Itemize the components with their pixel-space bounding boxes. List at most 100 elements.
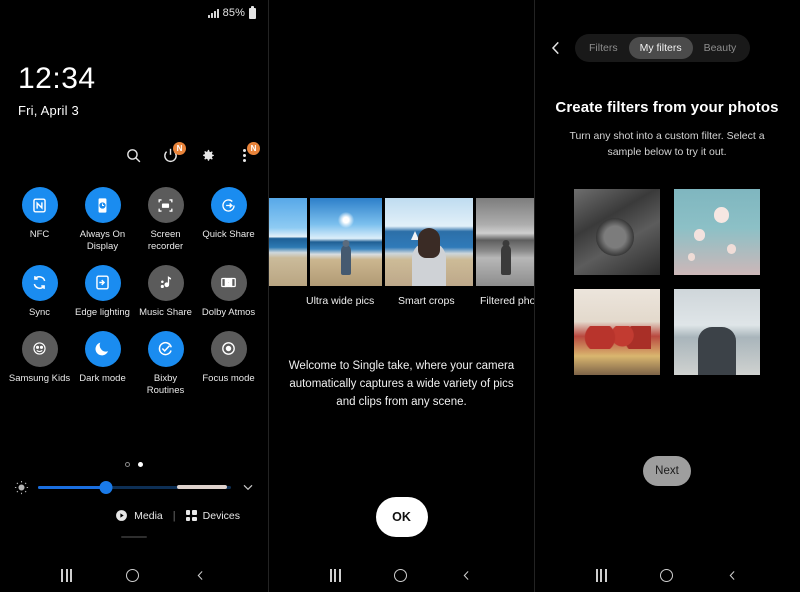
quick-settings-header-icons: N N — [0, 118, 268, 165]
tile-label: Quick Share — [202, 229, 255, 240]
edge-lighting-icon — [84, 264, 121, 301]
filmstrip-card-smart-crops[interactable] — [385, 198, 473, 286]
power-icon[interactable]: N — [161, 142, 186, 165]
navigation-bar — [269, 558, 534, 592]
devices-label: Devices — [202, 509, 240, 522]
media-separator: | — [172, 509, 176, 522]
screen-recorder-icon — [147, 187, 184, 223]
photo-beach-celebration[interactable] — [674, 288, 760, 375]
filmstrip-card[interactable] — [269, 198, 307, 286]
photo-food-bw[interactable] — [574, 188, 660, 275]
clock-block: 12:34 Fri, April 3 — [0, 26, 268, 119]
devices-button[interactable]: Devices — [185, 509, 240, 522]
tile-focus-mode[interactable]: Focus mode — [197, 330, 260, 397]
tile-label: Edge lighting — [75, 306, 130, 318]
search-icon[interactable] — [124, 146, 143, 165]
tab-beauty[interactable]: Beauty — [693, 37, 748, 59]
person-silhouette — [501, 240, 511, 276]
tile-dark-mode[interactable]: Dark mode — [71, 330, 134, 397]
tile-music-share[interactable]: Music Share — [134, 264, 197, 319]
home-icon[interactable] — [393, 568, 407, 582]
media-label: Media — [134, 509, 163, 522]
tab-filters[interactable]: Filters — [578, 37, 629, 59]
slider-knob[interactable] — [99, 480, 113, 494]
recents-icon[interactable] — [595, 568, 607, 582]
back-icon[interactable] — [460, 569, 473, 582]
slider-secondary-segment — [176, 485, 228, 490]
home-icon[interactable] — [126, 568, 140, 582]
tile-edge-lighting[interactable]: Edge lighting — [71, 264, 134, 319]
three-panel-screenshot: 85% 12:34 Fri, April 3 N N NFC Always On… — [0, 0, 800, 592]
page-subtitle: Turn any shot into a custom filter. Sele… — [569, 130, 765, 158]
panel-single-take: Ultra wide pics Smart crops Filtered pho… — [268, 0, 535, 592]
dolby-atmos-icon — [210, 264, 247, 301]
photo-strawberry-tart[interactable] — [574, 288, 660, 375]
media-devices-row: Media | Devices — [0, 495, 268, 522]
tile-quick-share[interactable]: Quick Share — [197, 187, 260, 253]
chevron-down-icon[interactable] — [240, 479, 256, 495]
tile-label: Screen recorder — [147, 229, 184, 252]
brightness-row — [0, 467, 268, 495]
tile-bixby-routines[interactable]: Bixby Routines — [134, 330, 197, 397]
tile-label: Dark mode — [79, 372, 126, 384]
ok-button[interactable]: OK — [375, 497, 428, 537]
tile-screen-recorder[interactable]: Screen recorder — [134, 187, 197, 253]
tab-my-filters[interactable]: My filters — [628, 37, 693, 59]
music-share-icon — [147, 264, 184, 301]
focus-mode-icon — [210, 330, 247, 367]
signal-bars-icon — [207, 8, 219, 18]
navigation-bar — [0, 558, 268, 592]
tile-label: Sync — [28, 306, 51, 318]
filmstrip-card-ultra-wide[interactable] — [310, 198, 382, 286]
person-back-view — [412, 242, 446, 286]
next-button[interactable]: Next — [643, 456, 691, 486]
slider-fill — [38, 485, 106, 489]
recents-icon[interactable] — [61, 568, 73, 582]
caption-filtered-photos: Filtered pho — [480, 295, 535, 307]
status-bar: 85% — [0, 0, 268, 26]
power-badge: N — [173, 142, 186, 155]
back-chevron-icon[interactable] — [547, 39, 565, 57]
tile-dolby-atmos[interactable]: Dolby Atmos — [197, 264, 260, 319]
person-silhouette — [341, 240, 351, 276]
nfc-icon — [21, 187, 58, 223]
sync-icon — [21, 264, 58, 301]
photo-blossom[interactable] — [674, 188, 760, 275]
panel-my-filters: Filters My filters Beauty Create filters… — [535, 0, 799, 592]
tile-label: Bixby Routines — [146, 372, 185, 396]
quick-share-icon — [210, 187, 247, 223]
welcome-text: Welcome to Single take, where your camer… — [288, 360, 515, 408]
tile-samsung-kids[interactable]: Samsung Kids — [8, 330, 71, 397]
sample-filmstrip — [269, 198, 534, 286]
panel-quick-settings: 85% 12:34 Fri, April 3 N N NFC Always On… — [0, 0, 268, 592]
drag-handle[interactable] — [121, 536, 147, 539]
dark-mode-icon — [84, 330, 121, 367]
tile-label: Focus mode — [202, 372, 255, 384]
clock-date: Fri, April 3 — [18, 103, 79, 118]
always-on-display-icon — [84, 187, 121, 223]
tile-always-on-display[interactable]: Always On Display — [71, 187, 134, 253]
tile-sync[interactable]: Sync — [8, 264, 71, 319]
media-button[interactable]: Media — [115, 509, 163, 522]
back-icon[interactable] — [194, 569, 207, 582]
gear-icon[interactable] — [198, 146, 217, 165]
filmstrip-card-filtered-photos[interactable] — [476, 198, 534, 286]
caption-smart-crops: Smart crops — [398, 295, 455, 307]
overflow-menu-icon[interactable]: N — [235, 142, 260, 165]
clock-time: 12:34 — [18, 62, 96, 95]
sun-glow — [338, 212, 354, 229]
battery-icon — [249, 5, 256, 19]
grid-icon — [185, 510, 197, 522]
brightness-slider[interactable] — [38, 480, 231, 494]
filters-header: Filters My filters Beauty — [535, 0, 799, 62]
tile-label: Always On Display — [79, 229, 126, 252]
tile-label: NFC — [29, 229, 50, 240]
brightness-icon — [14, 480, 29, 495]
back-icon[interactable] — [726, 569, 739, 582]
filter-tabbar: Filters My filters Beauty — [575, 34, 751, 62]
recents-icon[interactable] — [329, 568, 341, 582]
home-icon[interactable] — [659, 568, 673, 582]
caption-ultra-wide: Ultra wide pics — [306, 295, 375, 307]
tile-nfc[interactable]: NFC — [8, 187, 71, 253]
sample-photo-grid — [535, 188, 799, 375]
